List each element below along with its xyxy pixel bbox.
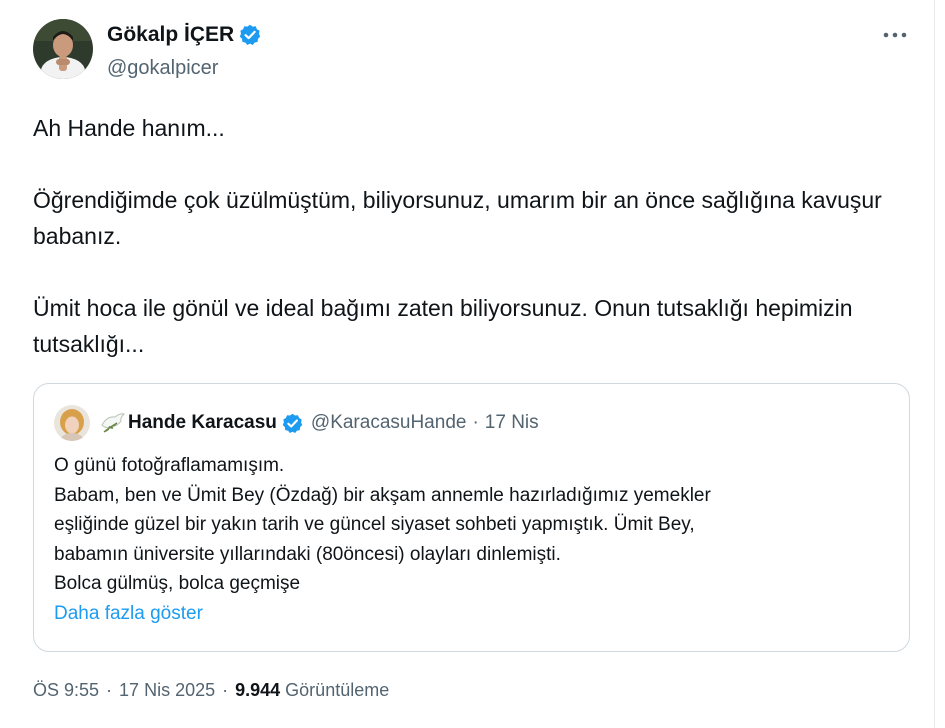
views-label: Görüntüleme (285, 680, 390, 700)
tweet-paragraph: Ümit hoca ile gönül ve ideal bağımı zate… (33, 295, 853, 357)
separator-dot: · (106, 680, 113, 700)
more-horizontal-icon (883, 32, 907, 38)
author-handle[interactable]: @gokalpicer (107, 55, 218, 81)
tweet-meta: ÖS 9:55 · 17 Nis 2025 · 9.944 Görüntülem… (33, 680, 389, 701)
quoted-tweet[interactable]: Hande Karacasu @KaracasuHande · 17 Nis O… (33, 383, 910, 652)
quoted-tweet-date[interactable]: 17 Nis (485, 412, 539, 434)
quoted-text-line: eşliğinde güzel bir yakın tarih ve günce… (54, 514, 695, 535)
author-avatar[interactable] (33, 19, 93, 79)
quoted-tweet-header: Hande Karacasu @KaracasuHande · 17 Nis (54, 404, 539, 442)
quoted-verified-badge-icon (282, 413, 303, 434)
more-options-button[interactable] (878, 22, 912, 48)
separator-dot: · (472, 412, 479, 433)
tweet-paragraph: Ah Hande hanım... (33, 115, 225, 141)
tweet-card: Gökalp İÇER @gokalpicer Ah Hande hanım..… (0, 0, 935, 728)
tweet-paragraph: Öğrendiğimde çok üzülmüştüm, biliyorsunu… (33, 187, 882, 249)
show-more-link[interactable]: Daha fazla göster (54, 599, 894, 629)
tweet-text: Ah Hande hanım... Öğrendiğimde çok üzülm… (33, 110, 923, 362)
author-name[interactable]: Gökalp İÇER (107, 21, 234, 49)
tweet-time[interactable]: ÖS 9:55 (33, 680, 99, 701)
quoted-author-avatar[interactable] (54, 405, 90, 441)
quoted-text-line: Babam, ben ve Ümit Bey (Özdağ) bir akşam… (54, 484, 711, 506)
quoted-author-handle[interactable]: @KaracasuHande (311, 412, 467, 434)
verified-badge-icon (239, 24, 261, 46)
dove-olive-branch-icon (98, 410, 126, 436)
quoted-author-name[interactable]: Hande Karacasu (128, 412, 277, 434)
quoted-text-line: babamın üniversite yıllarındaki (80önces… (54, 543, 561, 565)
quoted-text-line: O günü fotoğraflamamışım. (54, 455, 285, 476)
tweet-date[interactable]: 17 Nis 2025 (119, 680, 215, 701)
author-name-row[interactable]: Gökalp İÇER (107, 21, 261, 49)
separator-dot: · (222, 680, 229, 700)
quoted-text-line: Bolca gülmüş, bolca geçmişe (54, 573, 301, 594)
quoted-tweet-text: O günü fotoğraflamamışım. Babam, ben ve … (54, 451, 894, 628)
views-count: 9.944 (235, 680, 281, 700)
